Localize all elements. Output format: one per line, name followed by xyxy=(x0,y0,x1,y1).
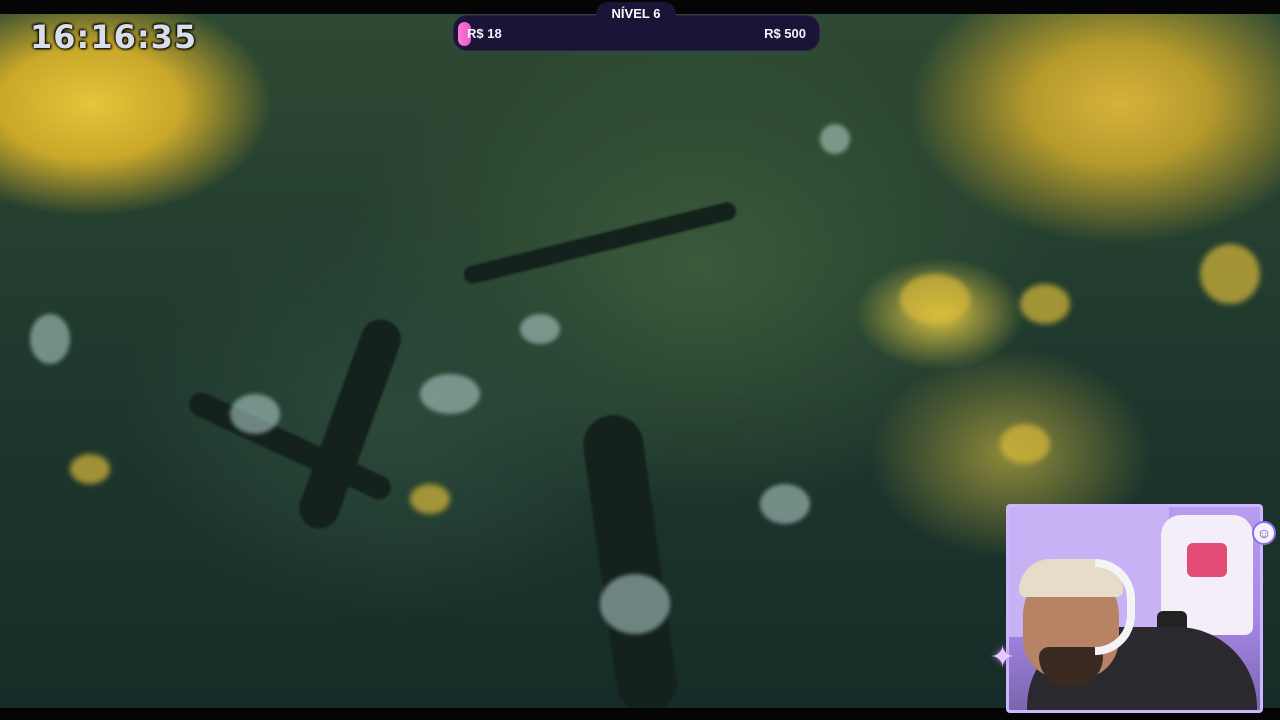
yellow-foliage xyxy=(410,484,450,514)
tree-branch xyxy=(293,313,407,535)
yellow-foliage xyxy=(900,274,970,324)
tree-branch xyxy=(461,200,739,286)
goal-current-amount: R$ 18 xyxy=(467,26,502,41)
sky-gap xyxy=(600,574,670,634)
yellow-foliage xyxy=(70,454,110,484)
sky-gap xyxy=(820,124,850,154)
goal-target-amount: R$ 500 xyxy=(764,26,806,41)
sky-gap xyxy=(30,314,70,364)
sky-gap xyxy=(230,394,280,434)
yellow-foliage xyxy=(1200,244,1260,304)
webcam-overlay xyxy=(1006,504,1263,713)
sparkle-icon: ✦ xyxy=(990,641,1016,674)
tree-trunk xyxy=(579,411,681,708)
yellow-foliage xyxy=(1020,284,1070,324)
sky-gap xyxy=(760,484,810,524)
sky-gap xyxy=(520,314,560,344)
sky-gap xyxy=(420,374,480,414)
tshirt-print xyxy=(1187,543,1227,577)
yellow-foliage xyxy=(1000,424,1050,464)
stream-clock: 16:16:35 xyxy=(30,18,198,56)
goal-level-label: NÍVEL 6 xyxy=(596,2,676,26)
avatar-badge-icon: ☺ xyxy=(1252,521,1276,545)
